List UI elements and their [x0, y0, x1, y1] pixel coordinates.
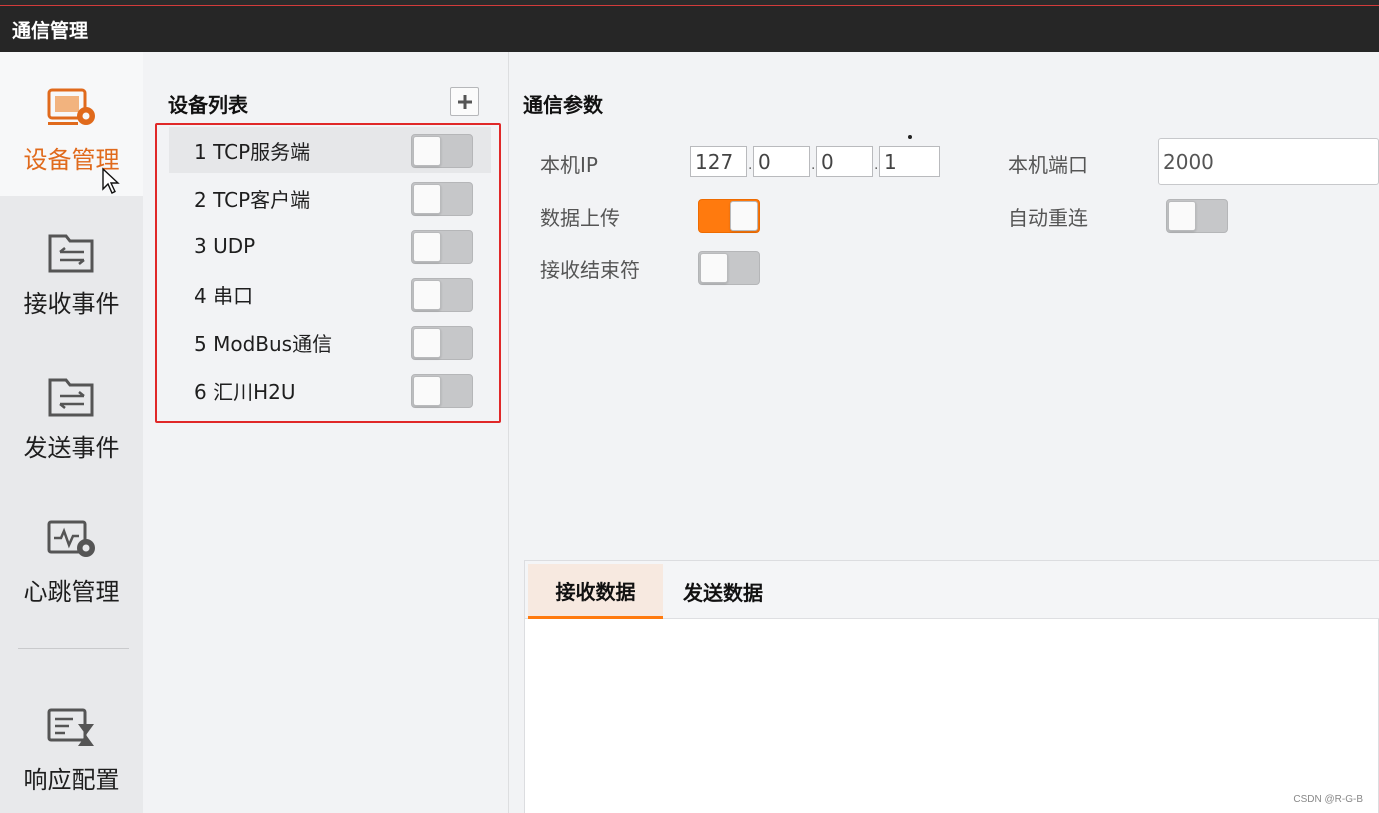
device-label: 3 UDP [194, 234, 256, 258]
device-label: 6 汇川H2U [194, 379, 296, 404]
ip-octet-3-input[interactable]: 0 [816, 146, 873, 177]
nav-label: 接收事件 [23, 290, 120, 318]
recv-terminator-label: 接收结束符 [540, 258, 640, 282]
device-gear-icon [47, 88, 95, 125]
tab-send-data[interactable]: 发送数据 [667, 564, 779, 619]
local-port-label: 本机端口 [1008, 153, 1088, 177]
device-list-item[interactable]: 1 TCP服务端 [169, 127, 491, 173]
stray-dot [908, 135, 912, 139]
ip-separator: . [748, 156, 753, 173]
device-enable-toggle[interactable] [411, 134, 473, 168]
device-enable-toggle[interactable] [411, 326, 473, 360]
recv-terminator-toggle[interactable] [698, 251, 760, 285]
heartbeat-gear-icon [47, 520, 95, 557]
nav-item-send-events[interactable]: 发送事件 [0, 340, 143, 484]
response-hourglass-icon [47, 708, 94, 746]
device-list-item[interactable]: 2 TCP客户端 [169, 175, 491, 221]
nav-item-receive-events[interactable]: 接收事件 [0, 196, 143, 340]
device-list-item[interactable]: 6 汇川H2U [169, 367, 491, 413]
auto-reconnect-toggle[interactable] [1166, 199, 1228, 233]
window-title: 通信管理 [12, 20, 89, 42]
device-list-item[interactable]: 3 UDP [169, 223, 491, 269]
add-device-button[interactable] [450, 87, 479, 116]
plus-icon [457, 94, 472, 109]
nav-label: 发送事件 [23, 434, 120, 462]
data-upload-toggle[interactable] [698, 199, 760, 233]
device-list: 1 TCP服务端 2 TCP客户端 3 UDP 4 串口 5 ModBus通信 … [155, 123, 501, 423]
nav-item-device-management[interactable]: 设备管理 [0, 52, 143, 196]
device-label: 4 串口 [194, 283, 254, 308]
ip-octet-1-input[interactable]: 127 [690, 146, 747, 177]
device-list-heading: 设备列表 [168, 93, 248, 117]
title-bar: 通信管理 [0, 6, 1379, 52]
toggle-knob [413, 376, 441, 406]
toggle-knob [730, 201, 758, 231]
nav-divider [18, 648, 129, 649]
device-enable-toggle[interactable] [411, 374, 473, 408]
watermark: CSDN @R-G-B [1293, 794, 1363, 805]
nav-label: 响应配置 [23, 766, 120, 794]
device-label: 1 TCP服务端 [194, 139, 311, 164]
device-enable-toggle[interactable] [411, 182, 473, 216]
ip-octet-2-input[interactable]: 0 [753, 146, 810, 177]
device-list-panel: 设备列表 1 TCP服务端 2 TCP客户端 3 UDP 4 串口 5 ModB… [143, 52, 509, 813]
device-list-item[interactable]: 4 串口 [169, 271, 491, 317]
toggle-knob [1168, 201, 1196, 231]
mouse-cursor-icon [102, 167, 120, 194]
app-window: 通信管理 设备管理 接收事件 发送事件 心跳管理 响应配置 设备列表 1 TCP… [0, 0, 1379, 813]
nav-label: 心跳管理 [23, 578, 120, 606]
data-upload-label: 数据上传 [540, 206, 620, 230]
comm-params-heading: 通信参数 [523, 93, 603, 117]
device-label: 5 ModBus通信 [194, 331, 333, 356]
tab-receive-data[interactable]: 接收数据 [528, 564, 663, 619]
device-enable-toggle[interactable] [411, 230, 473, 264]
toggle-knob [413, 232, 441, 262]
toggle-knob [413, 280, 441, 310]
send-folder-icon [48, 378, 93, 417]
sidebar-nav: 设备管理 接收事件 发送事件 心跳管理 响应配置 [0, 52, 143, 813]
device-label: 2 TCP客户端 [194, 187, 311, 212]
comm-params-panel: 通信参数 本机IP 127 . 0 . 0 . 1 本机端口 2000 数据上传… [510, 52, 1379, 813]
ip-separator: . [811, 156, 816, 173]
toggle-knob [413, 136, 441, 166]
toggle-knob [700, 253, 728, 283]
receive-folder-icon [48, 234, 93, 273]
data-panel: 接收数据 发送数据 [524, 560, 1379, 813]
toggle-knob [413, 184, 441, 214]
ip-separator: . [874, 156, 879, 173]
local-ip-label: 本机IP [540, 153, 598, 177]
device-enable-toggle[interactable] [411, 278, 473, 312]
auto-reconnect-label: 自动重连 [1008, 206, 1088, 230]
toggle-knob [413, 328, 441, 358]
device-list-item[interactable]: 5 ModBus通信 [169, 319, 491, 365]
nav-item-response-config[interactable]: 响应配置 [0, 672, 143, 813]
local-port-input[interactable]: 2000 [1158, 138, 1379, 185]
ip-octet-4-input[interactable]: 1 [879, 146, 940, 177]
nav-item-heartbeat[interactable]: 心跳管理 [0, 484, 143, 628]
data-tab-strip: 接收数据 发送数据 [525, 561, 1379, 619]
